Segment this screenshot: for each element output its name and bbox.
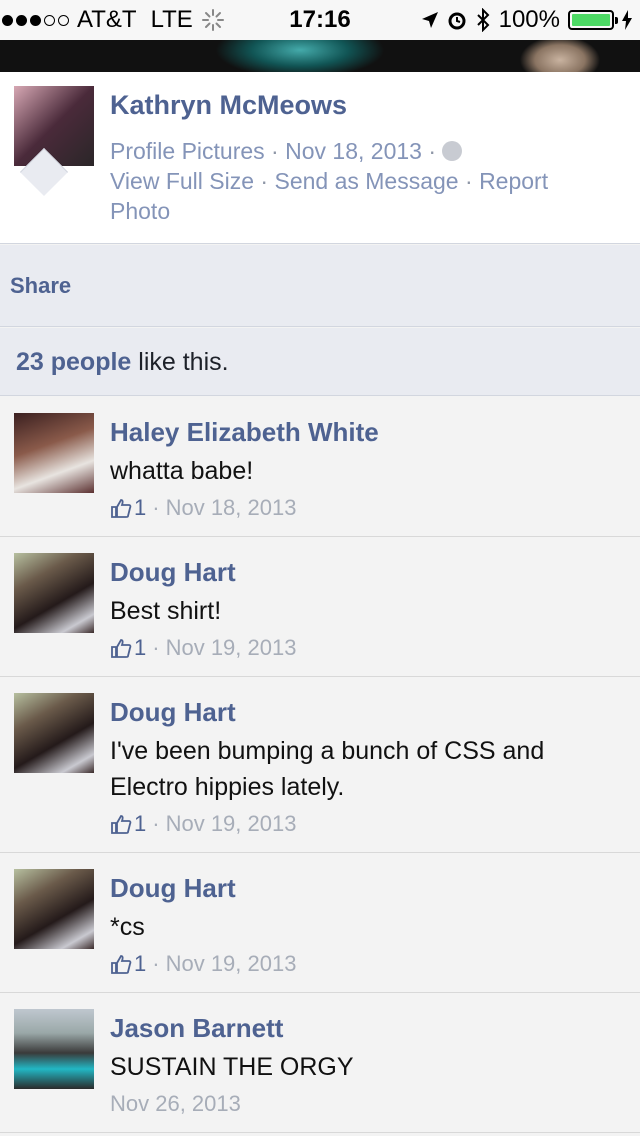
comment-text: Best shirt! [110,597,222,625]
share-bar: Share [0,245,640,327]
charging-bolt-icon [622,10,632,30]
likes-text: 23 people like this. [16,348,229,377]
author-avatar[interactable] [14,86,94,166]
commenter-avatar[interactable] [14,553,94,633]
comment-text: SUSTAIN THE ORGY [110,1053,354,1081]
comment-item: Doug Hart Best shirt! 1 · Nov 19, 2013 [0,537,640,677]
comment-item: Haley Elizabeth White whatta babe! 1 · No… [0,397,640,537]
comment-like-count[interactable]: 1 [134,635,146,661]
comment-date: Nov 19, 2013 [165,635,297,660]
likes-count[interactable]: 23 people [16,348,131,376]
globe-icon [442,141,463,161]
comment-like-count[interactable]: 1 [134,811,146,837]
comment-author[interactable]: Doug Hart [110,697,236,728]
photo-info-card: Kathryn McMeows Profile Pictures · Nov 1… [0,72,640,244]
likes-suffix: like this. [131,348,229,376]
likes-summary[interactable]: 23 people like this. [0,328,640,396]
thumbs-up-icon[interactable] [110,497,132,519]
comment-footer: 1 · Nov 19, 2013 [110,951,296,977]
thumbs-up-icon[interactable] [110,953,132,975]
comment-footer: Nov 26, 2013 [110,1091,241,1117]
commenter-avatar[interactable] [14,1009,94,1089]
share-button[interactable]: Share [10,273,71,299]
alarm-icon [448,12,466,30]
commenter-avatar[interactable] [14,693,94,773]
album-link[interactable]: Profile Pictures [110,138,265,164]
comment-text: *cs [110,913,145,941]
photo-preview[interactable] [0,40,640,72]
battery-percent: 100% [498,6,560,33]
status-bar: AT&T LTE 17:16 100% [0,0,640,40]
photo-meta: Profile Pictures · Nov 18, 2013 · View F… [110,138,549,224]
comment-text: whatta babe! [110,457,254,485]
battery-icon [568,10,618,30]
comment-footer: 1 · Nov 19, 2013 [110,635,296,661]
bluetooth-icon [476,8,490,32]
comment-date: Nov 19, 2013 [165,811,297,836]
author-name[interactable]: Kathryn McMeows [110,90,347,121]
send-as-message-link[interactable]: Send as Message [274,168,458,194]
comment-item: Doug Hart I've been bumping a bunch of C… [0,677,640,853]
comment-author[interactable]: Doug Hart [110,557,236,588]
post-date: Nov 18, 2013 [285,138,422,164]
comment-like-count[interactable]: 1 [134,951,146,977]
comment-date: Nov 19, 2013 [165,951,297,976]
comment-item: Doug Hart *cs 1 · Nov 19, 2013 [0,853,640,993]
view-full-size-link[interactable]: View Full Size [110,168,254,194]
comment-author[interactable]: Jason Barnett [110,1013,283,1044]
comment-item: Jason Barnett SUSTAIN THE ORGY Nov 26, 2… [0,993,640,1133]
thumbs-up-icon[interactable] [110,813,132,835]
thumbs-up-icon[interactable] [110,637,132,659]
commenter-avatar[interactable] [14,869,94,949]
comment-like-count[interactable]: 1 [134,495,146,521]
comment-footer: 1 · Nov 19, 2013 [110,811,296,837]
comment-text: I've been bumping a bunch of CSS and Ele… [110,737,545,801]
comment-date: Nov 26, 2013 [110,1091,241,1116]
comment-footer: 1 · Nov 18, 2013 [110,495,296,521]
comment-author[interactable]: Haley Elizabeth White [110,417,379,448]
status-right: 100% [421,6,632,34]
comment-date: Nov 18, 2013 [165,495,297,520]
commenter-avatar[interactable] [14,413,94,493]
comment-author[interactable]: Doug Hart [110,873,236,904]
location-arrow-icon [421,12,438,28]
